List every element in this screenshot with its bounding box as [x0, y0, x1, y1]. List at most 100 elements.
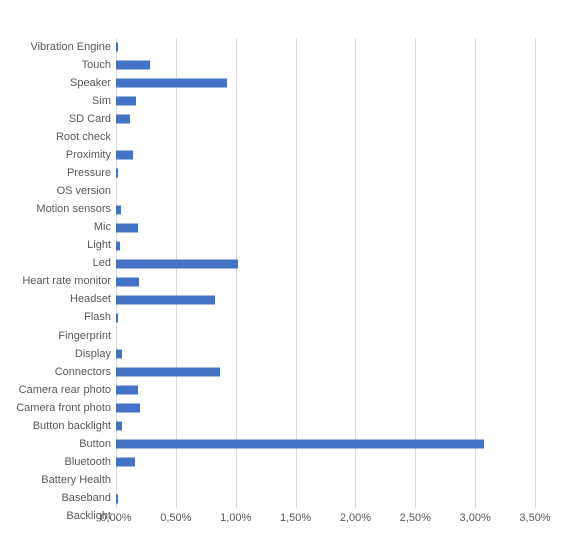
value-axis-tick-label: 2,50% — [399, 512, 431, 524]
category-label: Proximity — [65, 148, 111, 161]
bar-row — [116, 110, 535, 128]
bar — [116, 168, 119, 178]
bar-row — [116, 164, 535, 182]
bar-row — [116, 381, 535, 399]
bar — [116, 42, 119, 52]
category-label-row: Mic — [0, 219, 111, 237]
bar — [116, 421, 122, 431]
category-label-row: Camera rear photo — [0, 381, 111, 399]
value-axis-labels: 0,00% 0,50% 1,00% 1,50% 2,00% 2,50% 3,00% 3,50% — [100, 512, 550, 532]
category-label: Camera rear photo — [18, 383, 111, 396]
category-label-row: Button backlight — [0, 417, 111, 435]
bar-row — [116, 92, 535, 110]
category-label-row: Bluetooth — [0, 453, 111, 471]
bar-row — [116, 435, 535, 453]
bar — [116, 60, 150, 70]
category-label: Root check — [55, 130, 111, 143]
category-label-row: Led — [0, 255, 111, 273]
bar-row — [116, 345, 535, 363]
category-label-row: SD Card — [0, 110, 111, 128]
category-label-row: Headset — [0, 291, 111, 309]
category-label: Connectors — [54, 365, 111, 378]
category-label-row: Light — [0, 237, 111, 255]
bar — [116, 241, 120, 251]
category-label: Display — [74, 347, 111, 360]
category-label-row: Baseband — [0, 490, 111, 508]
plot-area — [116, 38, 536, 508]
category-label: Motion sensors — [36, 203, 111, 216]
bar — [116, 313, 119, 323]
bar-row — [116, 291, 535, 309]
bar — [116, 259, 239, 269]
category-label-row: Battery Health — [0, 472, 111, 490]
bar-row — [116, 453, 535, 471]
bar — [116, 277, 139, 287]
category-label-row: Fingerprint — [0, 327, 111, 345]
category-label: Button backlight — [32, 419, 111, 432]
bar-row — [116, 399, 535, 417]
category-label-row: Backlight — [0, 508, 111, 526]
category-label-row: Pressure — [0, 164, 111, 182]
bar — [116, 403, 140, 413]
category-label: Vibration Engine — [30, 40, 111, 53]
bar-row — [116, 273, 535, 291]
category-label: Button — [79, 437, 111, 450]
bar — [116, 78, 228, 88]
category-label-row: Button — [0, 435, 111, 453]
bar-row — [116, 255, 535, 273]
value-axis-tick-label: 0,00% — [100, 512, 132, 524]
bar — [116, 385, 138, 395]
value-axis-tick-label: 0,50% — [160, 512, 192, 524]
bar-row — [116, 327, 535, 345]
category-label-row: Touch — [0, 56, 111, 74]
category-label: Led — [92, 257, 111, 270]
category-label: Battery Health — [41, 474, 111, 487]
category-label: Mic — [93, 221, 111, 234]
bar-row — [116, 219, 535, 237]
bar-row — [116, 183, 535, 201]
category-label: Headset — [70, 293, 111, 306]
bar — [116, 457, 136, 467]
category-label: Baseband — [61, 492, 111, 505]
category-label-row: OS version — [0, 183, 111, 201]
bar — [116, 114, 131, 124]
bar-row — [116, 417, 535, 435]
bar-row — [116, 56, 535, 74]
category-label-row: Flash — [0, 309, 111, 327]
category-label: Camera front photo — [16, 401, 111, 414]
category-label: Fingerprint — [58, 329, 111, 342]
category-label-row: Camera front photo — [0, 399, 111, 417]
category-label: OS version — [56, 185, 111, 198]
bar — [116, 96, 137, 106]
bar-row — [116, 128, 535, 146]
bar — [116, 494, 119, 504]
category-label-row: Root check — [0, 128, 111, 146]
bar — [116, 439, 484, 449]
category-label: Bluetooth — [64, 455, 111, 468]
category-label-row: Heart rate monitor — [0, 273, 111, 291]
bar — [116, 150, 133, 160]
value-axis-tick-label: 2,00% — [339, 512, 372, 524]
value-axis-tick-label: 3,00% — [459, 512, 491, 524]
bar-row — [116, 237, 535, 255]
bar — [116, 295, 216, 305]
bar — [116, 205, 121, 215]
category-label: Touch — [81, 58, 111, 71]
bar — [116, 349, 122, 359]
category-label: Heart rate monitor — [22, 275, 111, 288]
bar-row — [116, 490, 535, 508]
category-label: Light — [87, 239, 111, 252]
bar — [116, 223, 138, 233]
category-label-row: Proximity — [0, 146, 111, 164]
bar-row — [116, 309, 535, 327]
category-label-row: Sim — [0, 92, 111, 110]
bar — [116, 367, 221, 377]
category-label: Speaker — [70, 76, 111, 89]
bar-row — [116, 472, 535, 490]
bar-row — [116, 74, 535, 92]
bar-row — [116, 363, 535, 381]
bar-row — [116, 146, 535, 164]
bar-chart: Vibration Engine Touch Speaker Sim SD Card Ro… — [0, 0, 565, 552]
gridline — [535, 38, 536, 508]
category-label: Pressure — [66, 166, 111, 179]
